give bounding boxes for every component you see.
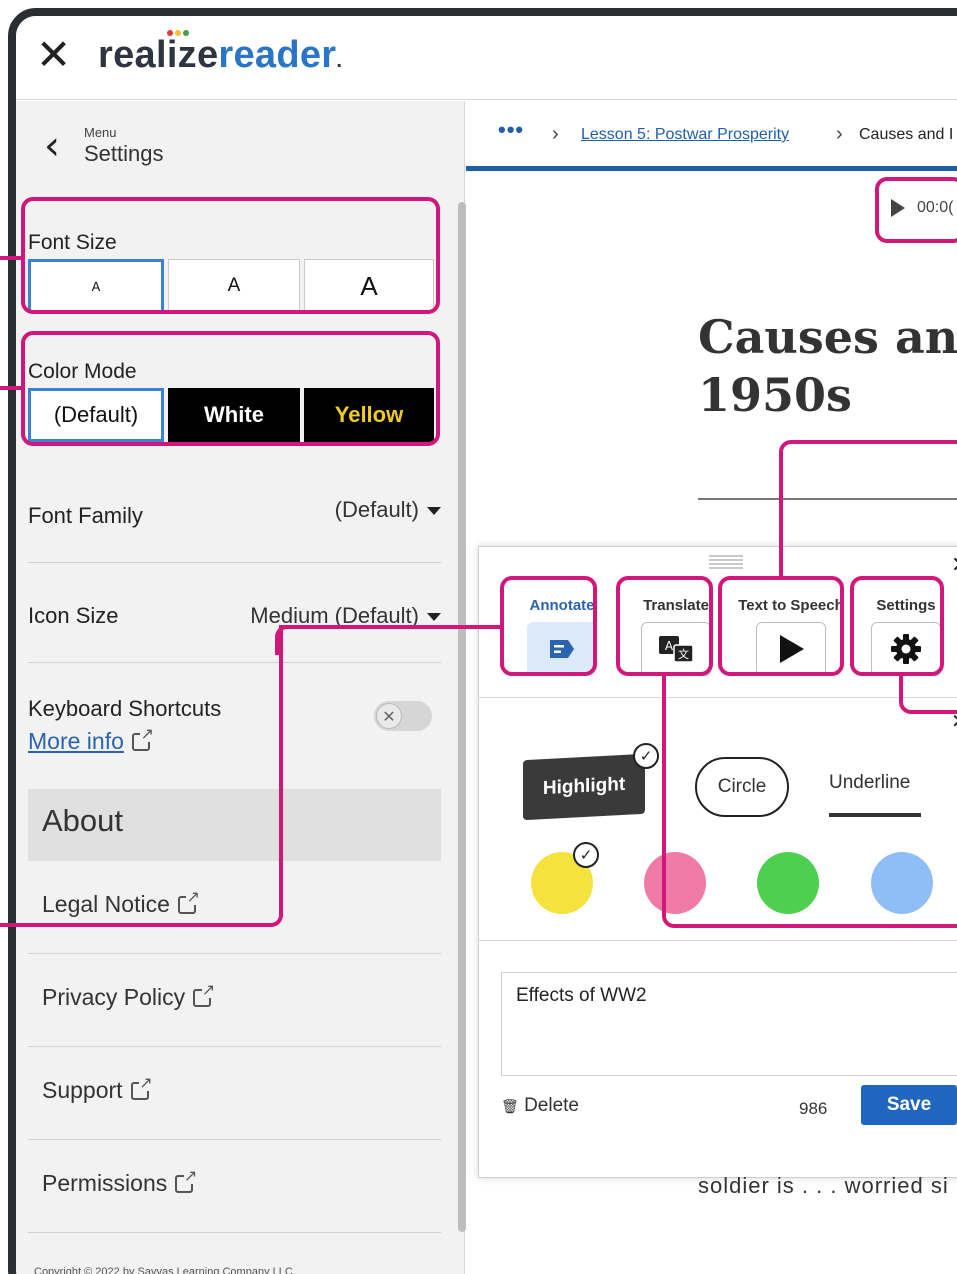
privacy-policy-label: Privacy Policy (42, 982, 216, 1011)
breadcrumb-current: Causes and I (859, 126, 954, 143)
keyboard-shortcuts-toggle[interactable]: ✕ (374, 701, 432, 731)
toggle-off-icon: ✕ (376, 703, 402, 729)
callout-corner-annotate (275, 625, 305, 655)
permissions-text: Permissions (42, 1170, 168, 1196)
callout-audio-player (875, 177, 957, 243)
close-icon[interactable]: ✕ (36, 34, 71, 76)
sidebar-scrollbar[interactable] (458, 202, 466, 1232)
font-family-row[interactable]: Font Family (Default) (28, 463, 441, 563)
support-label: Support (42, 1075, 153, 1104)
logo: realizereader. (98, 34, 342, 77)
font-family-value: (Default) (334, 497, 419, 522)
body-text: soldier is . . . worried si (698, 1173, 949, 1198)
callout-line-color-mode (0, 386, 21, 390)
chevron-down-icon (427, 613, 441, 622)
breadcrumb: ••• › Lesson 5: Postwar Prosperity › Cau… (466, 101, 957, 171)
permissions-label: Permissions (42, 1168, 198, 1197)
logo-dot: . (336, 50, 343, 72)
note-textarea[interactable]: Effects of WW2 (501, 972, 957, 1076)
support-link[interactable]: Support (28, 1047, 441, 1140)
callout-line-text-to-speech (779, 440, 957, 580)
menu-label: Menu (84, 125, 117, 140)
copyright-text: Copyright © 2022 by Savvas Learning Comp… (34, 1266, 296, 1274)
font-family-label: Font Family (28, 503, 143, 528)
font-family-select[interactable]: (Default) (335, 497, 441, 523)
trash-icon: 🗑 (501, 1098, 519, 1114)
character-count: 986 (799, 1099, 828, 1118)
breadcrumb-lesson-link[interactable]: Lesson 5: Postwar Prosperity (581, 126, 789, 144)
external-link-icon (130, 1075, 153, 1100)
settings-title: Settings (84, 141, 164, 166)
highlight-style-button[interactable]: Highlight (523, 753, 645, 821)
callout-line-font-size (0, 256, 21, 260)
permissions-link[interactable]: Permissions (28, 1140, 441, 1233)
callout-line-settings (899, 672, 957, 714)
check-icon: ✓ (633, 743, 659, 769)
save-button[interactable]: Save (861, 1085, 957, 1125)
callout-annotate (500, 576, 597, 676)
breadcrumb-separator-icon: › (836, 123, 843, 145)
note-text: Effects of WW2 (516, 985, 647, 1006)
back-chevron-icon[interactable]: ‹ (44, 126, 60, 166)
chevron-down-icon (427, 507, 441, 516)
support-text: Support (42, 1077, 123, 1103)
color-divider (479, 940, 957, 941)
external-link-icon (193, 982, 216, 1007)
delete-label: Delete (524, 1095, 579, 1116)
callout-font-size (21, 197, 440, 314)
logo-word-reader: reader (218, 34, 337, 76)
callout-color-mode (21, 331, 440, 446)
external-link-icon (175, 1168, 198, 1193)
drag-handle-icon[interactable] (709, 555, 743, 569)
breadcrumb-separator-icon: › (552, 123, 559, 145)
callout-translate (616, 576, 713, 676)
breadcrumb-more-button[interactable]: ••• (498, 117, 524, 143)
page-title: Causes an 1950s (698, 310, 957, 422)
privacy-policy-link[interactable]: Privacy Policy (28, 954, 441, 1047)
delete-button[interactable]: 🗑 Delete (501, 1095, 579, 1117)
privacy-policy-text: Privacy Policy (42, 984, 186, 1010)
callout-text-to-speech (718, 576, 844, 676)
callout-line-annotate-h (279, 625, 503, 629)
callout-line-annotate (0, 625, 283, 927)
callout-settings (850, 576, 944, 676)
check-icon: ✓ (573, 842, 599, 868)
top-bar: ✕ realizereader. (16, 16, 957, 100)
logo-word-realize: realize (98, 34, 219, 76)
